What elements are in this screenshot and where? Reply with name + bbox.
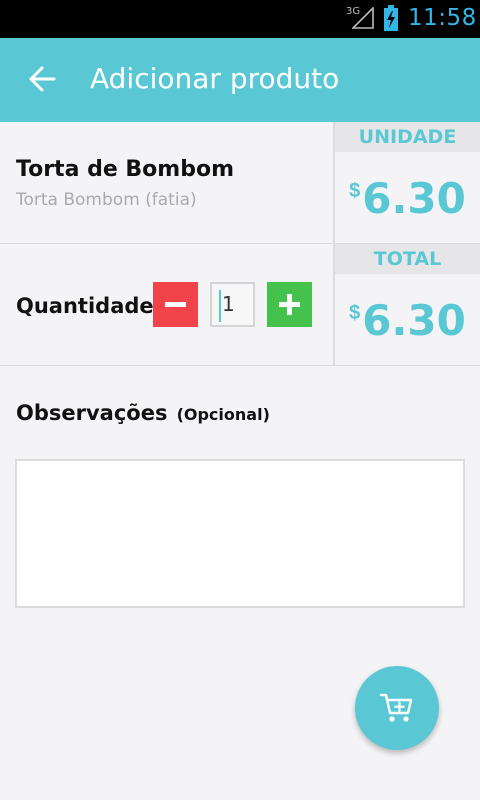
product-info: Torta de Bombom Torta Bombom (fatia) <box>0 122 335 243</box>
quantity-value: 1 <box>222 292 235 316</box>
product-row: Torta de Bombom Torta Bombom (fatia) UNI… <box>0 122 480 244</box>
add-to-cart-icon <box>379 693 413 722</box>
unit-price-panel: UNIDADE $6.30 <box>335 122 480 243</box>
battery-charging-icon <box>384 5 398 31</box>
unit-price-currency: $ <box>349 180 361 202</box>
product-name: Torta de Bombom <box>16 157 234 182</box>
unit-price-header: UNIDADE <box>335 122 480 152</box>
signal-icon <box>352 7 374 29</box>
total-price-panel: TOTAL $6.30 <box>335 244 480 365</box>
unit-price: $6.30 <box>335 174 480 223</box>
total-price-currency: $ <box>349 302 361 324</box>
observations-label: Observações (Opcional) <box>16 401 270 425</box>
unit-price-value: 6.30 <box>362 174 466 223</box>
quantity-input[interactable]: 1 <box>210 282 255 327</box>
quantity-row: Quantidade 1 TOTAL $6.30 <box>0 244 480 366</box>
status-bar: 3G 11:58 <box>0 0 480 38</box>
observations-textarea[interactable] <box>15 459 465 608</box>
observations-optional: (Opcional) <box>176 405 270 424</box>
product-description: Torta Bombom (fatia) <box>16 190 197 210</box>
app-bar: Adicionar produto <box>0 38 480 122</box>
increment-button[interactable] <box>267 282 312 327</box>
total-price-value: 6.30 <box>362 296 466 345</box>
total-price-header: TOTAL <box>335 244 480 274</box>
page-title: Adicionar produto <box>90 62 340 95</box>
arrow-back-icon[interactable] <box>28 66 56 92</box>
text-caret <box>219 290 221 322</box>
minus-icon <box>165 302 186 307</box>
quantity-label: Quantidade <box>16 294 154 318</box>
total-price: $6.30 <box>335 296 480 345</box>
add-to-cart-button[interactable] <box>355 666 439 750</box>
observations-title: Observações <box>16 401 168 425</box>
clock: 11:58 <box>408 5 477 31</box>
quantity-controls: Quantidade 1 <box>0 244 335 365</box>
decrement-button[interactable] <box>153 282 198 327</box>
